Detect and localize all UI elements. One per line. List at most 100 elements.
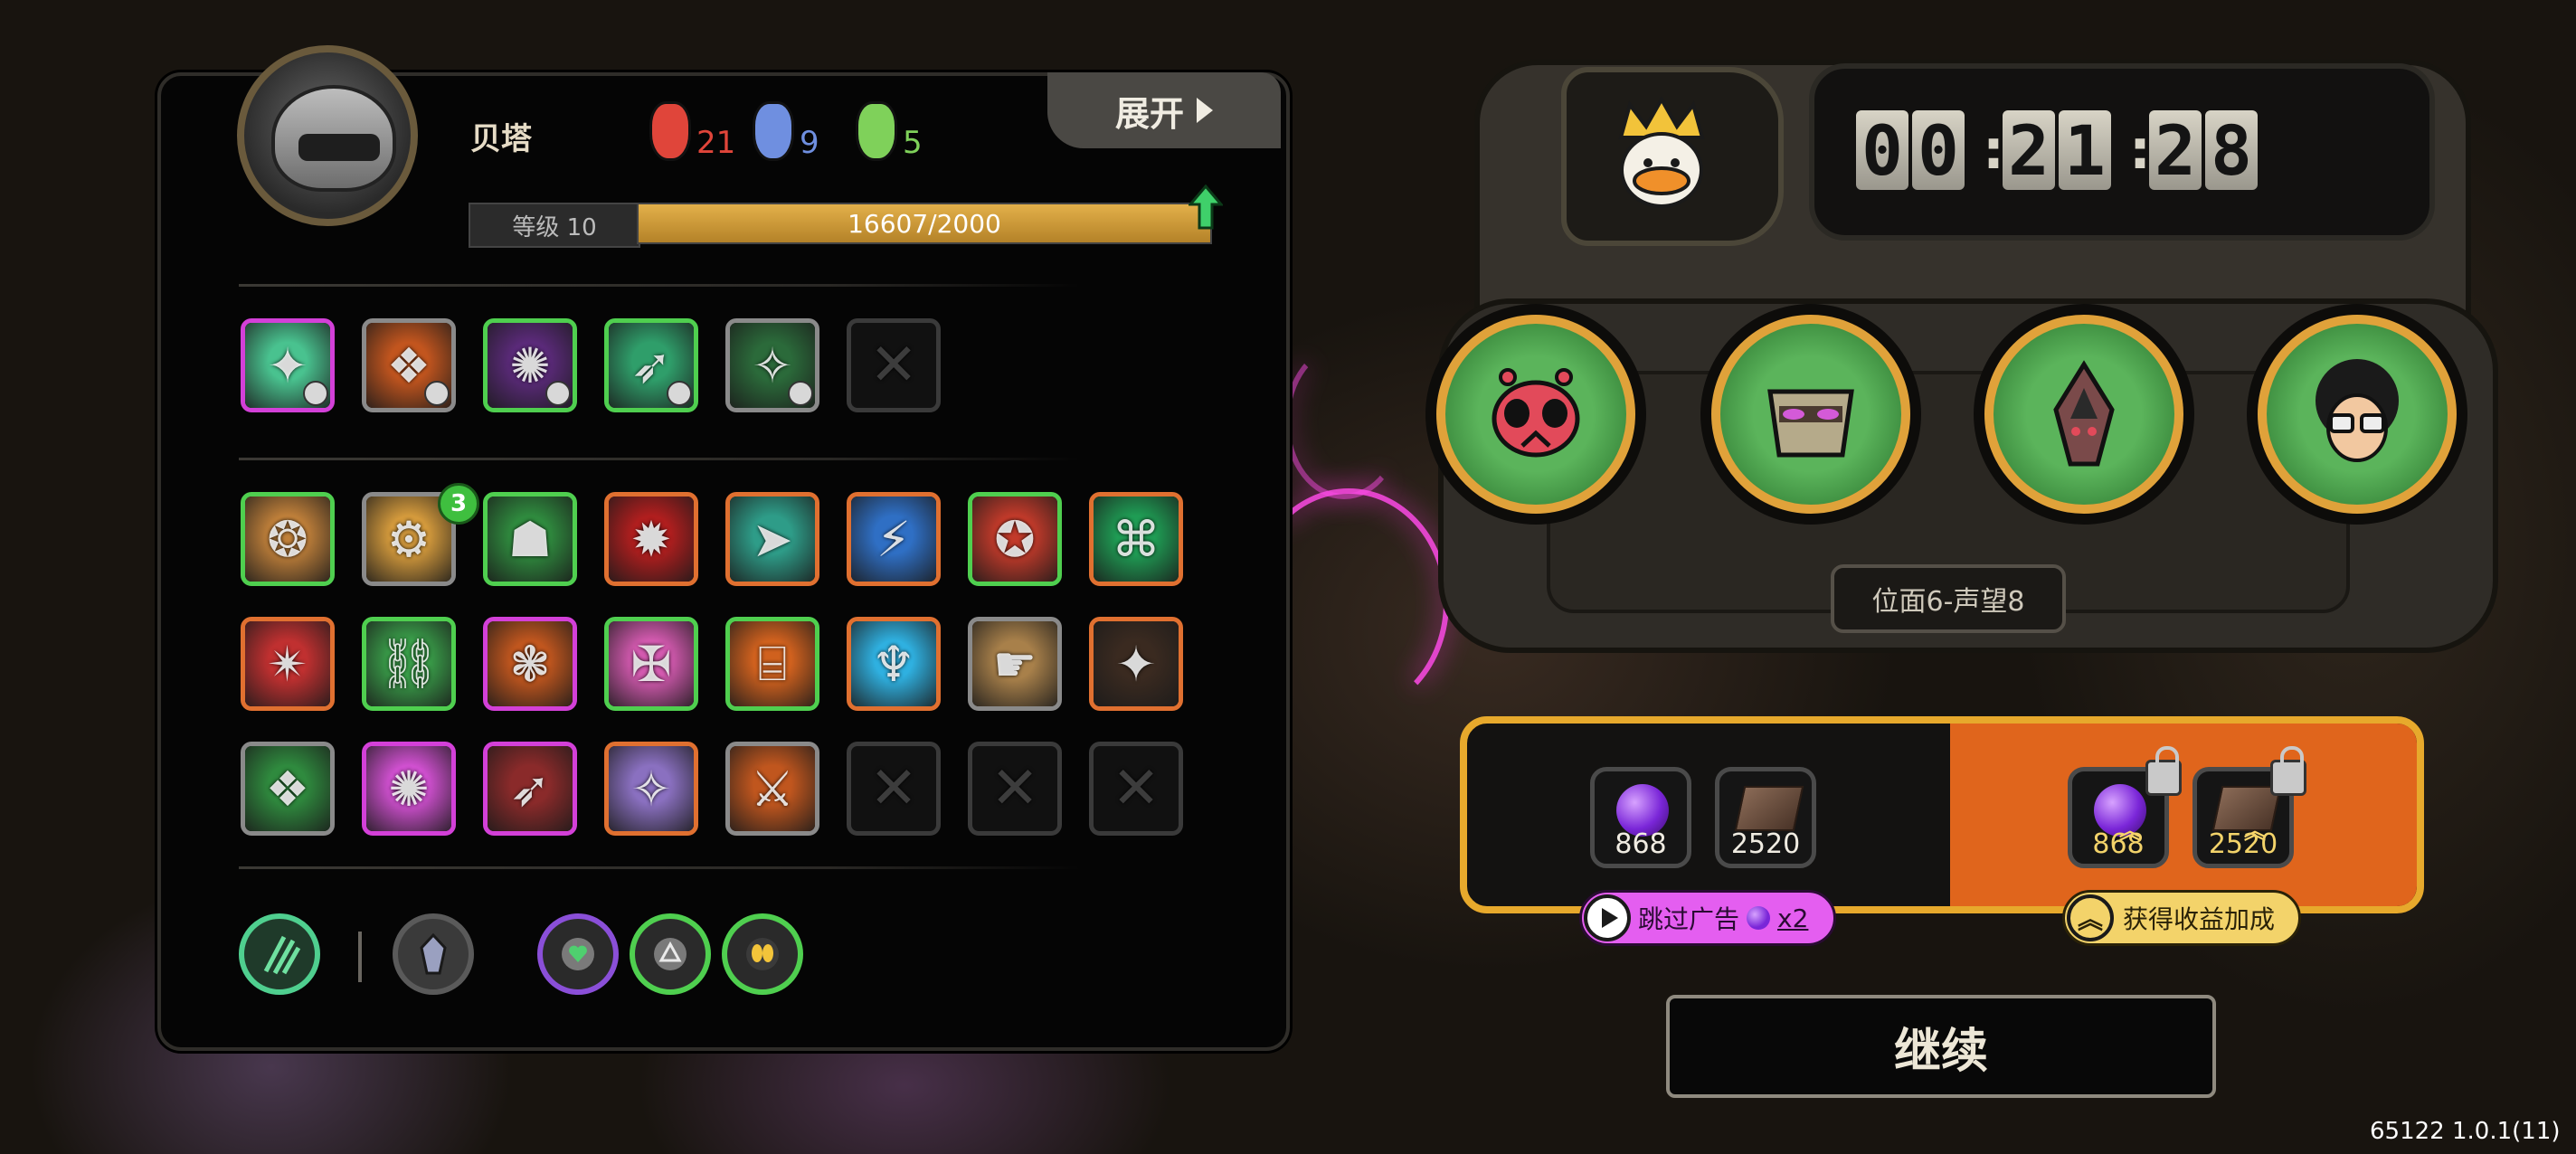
double-chevron-up-icon: ︽ bbox=[2067, 894, 2114, 941]
skill-slot[interactable]: ✪ bbox=[968, 492, 1062, 586]
red-bug-hero-icon bbox=[1492, 368, 1580, 458]
reward-orb-value: 868 bbox=[1615, 828, 1667, 860]
pointing-hand-icon: ⚔ bbox=[750, 760, 795, 818]
green-wings-icon: ❖ bbox=[265, 760, 310, 818]
mask-spirit-icon[interactable] bbox=[393, 913, 474, 995]
helmet-visor bbox=[298, 134, 380, 161]
teal-spears-icon: ➤ bbox=[752, 510, 793, 568]
empty-slot-icon: ✕ bbox=[869, 755, 918, 822]
skill-slot[interactable]: ⛓ bbox=[362, 617, 456, 711]
reward-orb: 868 bbox=[1590, 767, 1691, 868]
skill-slot[interactable]: ✺ bbox=[362, 742, 456, 836]
skill-slot[interactable]: ➶ bbox=[483, 742, 577, 836]
empty-slot[interactable]: ✕ bbox=[968, 742, 1062, 836]
crown-badge bbox=[1561, 67, 1784, 246]
empty-slot[interactable]: ✕ bbox=[847, 742, 941, 836]
avatar[interactable] bbox=[237, 45, 418, 226]
skill-slot[interactable]: ❖ bbox=[241, 742, 335, 836]
skill-slot[interactable]: ✴ bbox=[241, 617, 335, 711]
stack-count-badge: 3 bbox=[438, 483, 479, 525]
team-hero-1[interactable] bbox=[1425, 304, 1646, 525]
afro-glasses-hero-icon bbox=[2316, 359, 2399, 462]
skill-slot[interactable]: ☗ bbox=[483, 492, 577, 586]
beast-roar-icon: ✧ bbox=[630, 760, 672, 818]
stat-red-value: 21 bbox=[696, 125, 736, 161]
white-gear-icon: ✦ bbox=[1115, 635, 1157, 693]
reward-book-value: 2520 bbox=[1730, 828, 1801, 860]
dark-bird-hero-icon bbox=[2053, 360, 2115, 467]
player-name: 贝塔 bbox=[470, 121, 532, 157]
claw-slash-icon[interactable] bbox=[239, 913, 320, 995]
skill-slot[interactable]: ⚡ bbox=[847, 492, 941, 586]
chain-links-icon: ☛ bbox=[992, 635, 1037, 693]
skill-slot[interactable]: ✠ bbox=[604, 617, 698, 711]
skill-slot[interactable]: ✦ bbox=[1089, 617, 1183, 711]
element-corner-icon bbox=[667, 381, 692, 406]
lock-icon bbox=[2145, 746, 2182, 796]
stage-label: 位面6-声望8 bbox=[1831, 564, 2066, 633]
skill-slot[interactable]: ❖ bbox=[362, 318, 456, 412]
lightning-arrows-icon: ❃ bbox=[509, 635, 551, 693]
expand-button[interactable]: 展开 bbox=[1047, 72, 1281, 148]
red-arrow-icon: ⛓ bbox=[377, 635, 440, 692]
boost-income-button[interactable]: ︽ 获得收益加成 bbox=[2062, 890, 2301, 946]
purple-orb-icon bbox=[1747, 906, 1771, 930]
twin-flame-icon[interactable] bbox=[722, 913, 803, 995]
green-flame-icon: ☗ bbox=[507, 510, 553, 568]
pink-tome-icon: ✺ bbox=[388, 760, 430, 818]
blue-mask-icon bbox=[753, 101, 794, 161]
skill-slot[interactable]: ⚔ bbox=[725, 742, 819, 836]
boosted-orb-value: 868 bbox=[2092, 828, 2145, 860]
team-hero-4[interactable] bbox=[2247, 304, 2467, 525]
skill-slot[interactable]: ❃ bbox=[483, 617, 577, 711]
skill-slot[interactable]: ➤ bbox=[725, 492, 819, 586]
element-corner-icon bbox=[424, 381, 450, 406]
skill-slot[interactable]: ➶ bbox=[604, 318, 698, 412]
skill-slot[interactable]: ✧ bbox=[725, 318, 819, 412]
divider bbox=[239, 458, 1080, 460]
empty-slot-icon: ✕ bbox=[1112, 755, 1160, 822]
heart-shield-icon[interactable] bbox=[537, 913, 619, 995]
stat-blue: 9 bbox=[753, 99, 819, 163]
green-swirl-icon: ⌘ bbox=[1112, 510, 1160, 568]
timer-digit: 2 bbox=[2003, 110, 2055, 191]
triangle-rune-icon[interactable] bbox=[630, 913, 711, 995]
skill-slot[interactable]: ☛ bbox=[968, 617, 1062, 711]
continue-button[interactable]: 继续 bbox=[1666, 995, 2216, 1098]
skill-slot[interactable]: ✹ bbox=[604, 492, 698, 586]
earth-spikes-icon: ❂ bbox=[267, 510, 308, 568]
timer-digit: 1 bbox=[2059, 110, 2111, 191]
skip-ad-button[interactable]: 跳过广告 x2 bbox=[1579, 890, 1836, 946]
boosted-rewards-area bbox=[1950, 724, 2417, 906]
timer-digit: 0 bbox=[1856, 110, 1908, 191]
team-hero-2[interactable] bbox=[1700, 304, 1921, 525]
level-up-arrow-icon[interactable] bbox=[1189, 184, 1223, 230]
elapsed-timer: 00 : 21 : 28 bbox=[1856, 110, 2276, 191]
stat-green-value: 5 bbox=[903, 125, 923, 161]
element-corner-icon bbox=[545, 381, 571, 406]
empty-slot[interactable]: ✕ bbox=[1089, 742, 1183, 836]
timer-colon: : bbox=[1983, 118, 2004, 182]
level-label: 等级 10 bbox=[469, 203, 640, 248]
skill-slot[interactable]: ❂ bbox=[241, 492, 335, 586]
expand-label: 展开 bbox=[1114, 93, 1184, 134]
skill-slot[interactable]: ⌸ bbox=[725, 617, 819, 711]
timer-digit: 0 bbox=[1912, 110, 1965, 191]
timer-minutes: 21 bbox=[2003, 110, 2117, 191]
stat-blue-value: 9 bbox=[800, 125, 819, 161]
skill-slot[interactable]: ✺ bbox=[483, 318, 577, 412]
skill-slot[interactable]: ✧ bbox=[604, 742, 698, 836]
dark-shuriken-icon: ♆ bbox=[871, 635, 916, 693]
skill-slot[interactable]: ♆ bbox=[847, 617, 941, 711]
skill-slot[interactable]: ⌘ bbox=[1089, 492, 1183, 586]
version-text: 65122 1.0.1(11) bbox=[2370, 1118, 2561, 1145]
blue-dagger-icon: ⚡ bbox=[876, 510, 911, 568]
team-hero-3[interactable] bbox=[1974, 304, 2194, 525]
divider bbox=[239, 284, 1080, 287]
empty-slot-icon: ✕ bbox=[990, 755, 1039, 822]
skill-slot[interactable]: ✦ bbox=[241, 318, 335, 412]
skip-ad-multiplier: x2 bbox=[1777, 903, 1809, 933]
xp-bar: 16607/2000 bbox=[637, 203, 1212, 244]
empty-slot[interactable]: ✕ bbox=[847, 318, 941, 412]
timer-digit: 2 bbox=[2149, 110, 2202, 191]
